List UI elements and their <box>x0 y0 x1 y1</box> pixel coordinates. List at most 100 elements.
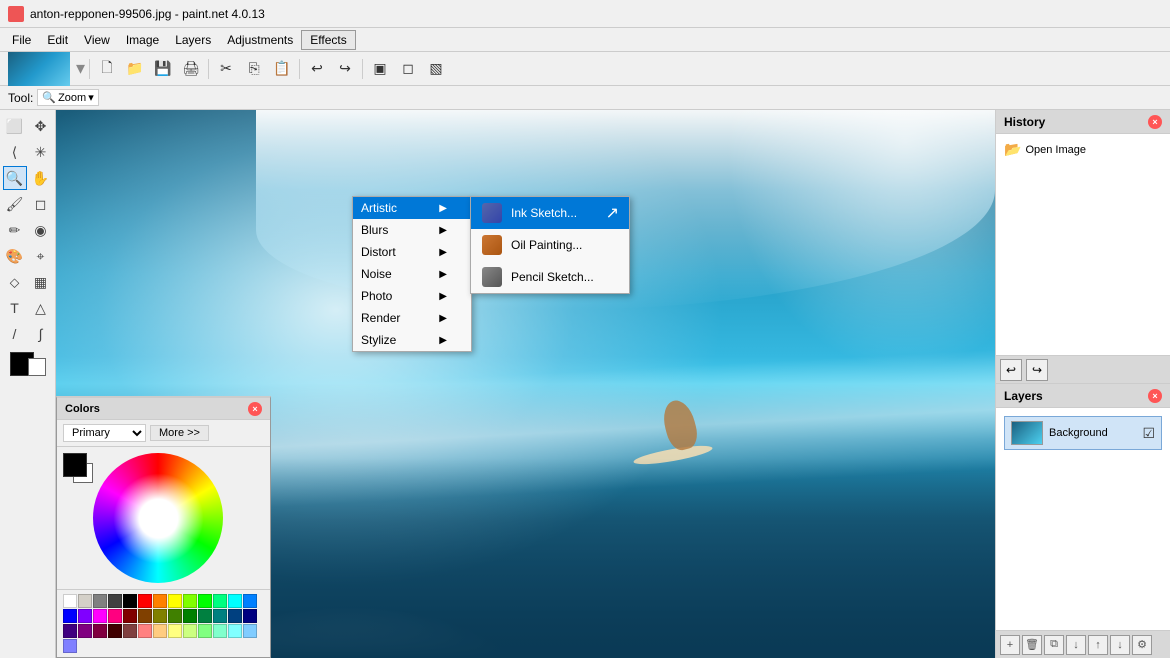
zoom-tool[interactable]: 🔍 <box>3 166 27 190</box>
palette-color-808000[interactable] <box>153 609 167 623</box>
gradient-tool[interactable]: ▦ <box>29 270 53 294</box>
menu-effects[interactable]: Effects <box>301 30 355 50</box>
dropdown-blurs[interactable]: Blurs ▶ <box>353 219 471 241</box>
palette-color-80ffcc[interactable] <box>213 624 227 638</box>
layer-properties-button[interactable]: ⚙ <box>1132 635 1152 655</box>
primary-secondary-select[interactable]: Primary Secondary <box>63 424 146 442</box>
paste-button[interactable]: 📋 <box>269 56 295 82</box>
menu-edit[interactable]: Edit <box>39 31 76 49</box>
color-wheel-container[interactable] <box>93 453 223 583</box>
duplicate-layer-button[interactable]: ⧉ <box>1044 635 1064 655</box>
palette-color-00ffff[interactable] <box>228 594 242 608</box>
palette-color-d4d0c8[interactable] <box>78 594 92 608</box>
dropdown-photo[interactable]: Photo ▶ <box>353 285 471 307</box>
palette-color-800080[interactable] <box>78 624 92 638</box>
menu-image[interactable]: Image <box>118 31 167 49</box>
redo-button[interactable]: ↪ <box>332 56 358 82</box>
palette-color-004080[interactable] <box>228 609 242 623</box>
palette-color-80ffff[interactable] <box>228 624 242 638</box>
dropdown-stylize[interactable]: Stylize ▶ <box>353 329 471 351</box>
undo-button[interactable]: ↩ <box>304 56 330 82</box>
layer-visibility-check[interactable]: ☑ <box>1142 425 1155 442</box>
palette-color-008040[interactable] <box>198 609 212 623</box>
line-tool[interactable]: / <box>3 322 27 346</box>
copy-button[interactable]: ⎘ <box>241 56 267 82</box>
colors-close-button[interactable]: × <box>248 402 262 416</box>
palette-color-804000[interactable] <box>138 609 152 623</box>
submenu-oil-painting[interactable]: Oil Painting... <box>471 229 629 261</box>
menu-view[interactable]: View <box>76 31 118 49</box>
layers-close-button[interactable]: × <box>1148 389 1162 403</box>
shapes-tool[interactable]: △ <box>29 296 53 320</box>
select-rect-tool[interactable]: ⬜ <box>3 114 27 138</box>
pencil-tool[interactable]: ✏ <box>3 218 27 242</box>
color-picker-tool[interactable]: ⌖ <box>29 244 53 268</box>
palette-color-808080[interactable] <box>93 594 107 608</box>
merge-layer-button[interactable]: ↓ <box>1066 635 1086 655</box>
thumbnail-dropdown[interactable]: ▾ <box>76 58 85 79</box>
submenu-pencil-sketch[interactable]: Pencil Sketch... <box>471 261 629 293</box>
history-undo-button[interactable]: ↩ <box>1000 359 1022 381</box>
move-tool[interactable]: ✥ <box>29 114 53 138</box>
menu-file[interactable]: File <box>4 31 39 49</box>
invert-button[interactable]: ▧ <box>423 56 449 82</box>
colors-more-button[interactable]: More >> <box>150 425 209 441</box>
palette-color-400000[interactable] <box>108 624 122 638</box>
palette-color-00ff00[interactable] <box>198 594 212 608</box>
palette-color-400080[interactable] <box>63 624 77 638</box>
palette-color-8000ff[interactable] <box>78 609 92 623</box>
history-close-button[interactable]: × <box>1148 115 1162 129</box>
new-button[interactable]: 🗋 <box>94 56 120 82</box>
palette-color-804040[interactable] <box>123 624 137 638</box>
history-open-image[interactable]: 📂 Open Image <box>1000 138 1166 161</box>
palette-color-ffffff[interactable] <box>63 594 77 608</box>
history-redo-button[interactable]: ↪ <box>1026 359 1048 381</box>
submenu-ink-sketch[interactable]: Ink Sketch... ↗ <box>471 197 629 229</box>
paintbrush-tool[interactable]: 🖌 <box>3 192 27 216</box>
palette-color-408000[interactable] <box>168 609 182 623</box>
curve-tool[interactable]: ∫ <box>29 322 53 346</box>
print-button[interactable]: 🖨 <box>178 56 204 82</box>
palette-color-ccff80[interactable] <box>183 624 197 638</box>
palette-color-80ccff[interactable] <box>243 624 257 638</box>
add-layer-button[interactable]: + <box>1000 635 1020 655</box>
palette-color-404040[interactable] <box>108 594 122 608</box>
menu-layers[interactable]: Layers <box>167 31 219 49</box>
palette-color-ffcc80[interactable] <box>153 624 167 638</box>
palette-color-ffff80[interactable] <box>168 624 182 638</box>
palette-color-ff00ff[interactable] <box>93 609 107 623</box>
palette-color-ff8000[interactable] <box>153 594 167 608</box>
move-layer-up-button[interactable]: ↑ <box>1088 635 1108 655</box>
dropdown-render[interactable]: Render ▶ <box>353 307 471 329</box>
open-button[interactable]: 📁 <box>122 56 148 82</box>
palette-color-80ff00[interactable] <box>183 594 197 608</box>
magic-wand-tool[interactable]: ✳ <box>29 140 53 164</box>
clone-tool[interactable]: ◉ <box>29 218 53 242</box>
palette-color-0080ff[interactable] <box>243 594 257 608</box>
cut-button[interactable]: ✂ <box>213 56 239 82</box>
lasso-tool[interactable]: ⟨ <box>3 140 27 164</box>
pan-tool[interactable]: ✋ <box>29 166 53 190</box>
palette-color-ff0000[interactable] <box>138 594 152 608</box>
dropdown-distort[interactable]: Distort ▶ <box>353 241 471 263</box>
background-color[interactable] <box>28 358 46 376</box>
palette-color-80ff80[interactable] <box>198 624 212 638</box>
palette-color-800040[interactable] <box>93 624 107 638</box>
save-button[interactable]: 💾 <box>150 56 176 82</box>
text-tool[interactable]: T <box>3 296 27 320</box>
palette-color-ff0080[interactable] <box>108 609 122 623</box>
dropdown-artistic[interactable]: Artistic ▶ <box>353 197 471 219</box>
foreground-swatch[interactable] <box>63 453 87 477</box>
dropdown-noise[interactable]: Noise ▶ <box>353 263 471 285</box>
palette-color-00ff80[interactable] <box>213 594 227 608</box>
deselect-button[interactable]: ◻ <box>395 56 421 82</box>
palette-color-800000[interactable] <box>123 609 137 623</box>
palette-color-ff8080[interactable] <box>138 624 152 638</box>
recolor-tool[interactable]: 🎨 <box>3 244 27 268</box>
select-button[interactable]: ▣ <box>367 56 393 82</box>
color-wheel[interactable] <box>93 453 223 583</box>
palette-color-008000[interactable] <box>183 609 197 623</box>
tool-selector[interactable]: 🔍 Zoom ▾ <box>37 89 98 106</box>
palette-color-8080ff[interactable] <box>63 639 77 653</box>
palette-color-000000[interactable] <box>123 594 137 608</box>
